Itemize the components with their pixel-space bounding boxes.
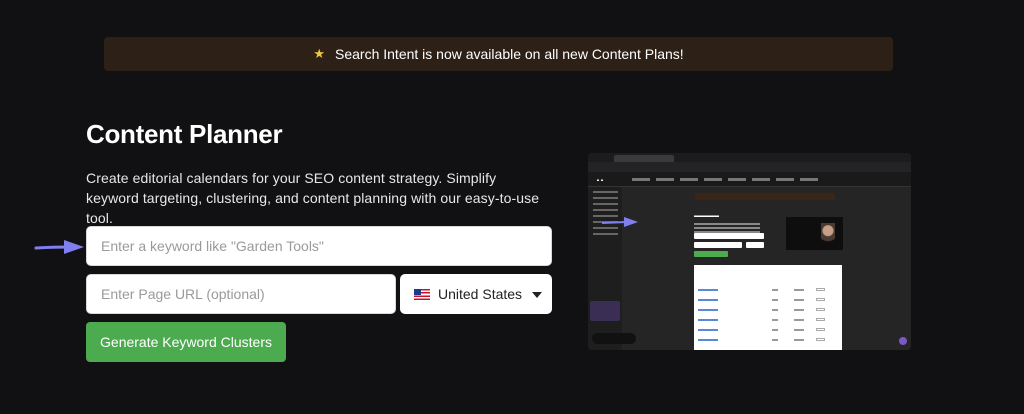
demo-video-thumbnail[interactable]: ▲▲ ▬▬▬▬▬ [588, 153, 911, 350]
page-title: Content Planner [86, 119, 283, 149]
keyword-placeholder: Enter a keyword like "Garden Tools" [101, 238, 324, 254]
pointer-arrow-icon [34, 240, 84, 254]
announcement-banner[interactable]: ★ Search Intent is now available on all … [104, 37, 893, 71]
announcement-text: Search Intent is now available on all ne… [335, 46, 684, 62]
thumb-pointer-arrow-icon [602, 217, 638, 227]
thumb-url-input [694, 242, 742, 248]
generate-clusters-button[interactable]: Generate Keyword Clusters [86, 322, 286, 362]
thumb-chat-icon [899, 337, 907, 345]
page-url-placeholder: Enter Page URL (optional) [101, 286, 265, 302]
thumb-sidebar [588, 187, 622, 350]
thumb-upgrade-card [590, 301, 620, 321]
us-flag-icon [414, 288, 430, 300]
thumb-title: ▬▬▬▬▬ [694, 213, 719, 219]
thumb-generate-button [694, 251, 728, 257]
country-value: United States [438, 286, 523, 302]
thumb-browser-tabbar [588, 153, 911, 162]
sparkle-star-icon: ★ [313, 46, 325, 61]
caret-down-icon [532, 292, 542, 298]
thumb-player-controls [592, 333, 636, 344]
page-description: Create editorial calendars for your SEO … [86, 170, 540, 226]
thumb-results-table [694, 265, 842, 350]
keyword-input[interactable]: Enter a keyword like "Garden Tools" [86, 226, 552, 266]
thumb-url-bar [588, 162, 911, 179]
presenter-face [821, 223, 835, 245]
thumb-logo: ▲▲ [596, 177, 604, 182]
thumb-keyword-input [694, 233, 764, 239]
country-select[interactable]: United States [400, 274, 552, 314]
thumb-banner [695, 193, 835, 200]
thumb-country-select [746, 242, 764, 248]
thumb-presenter-video [786, 217, 843, 250]
thumb-nav-items [632, 178, 818, 181]
page-url-input[interactable]: Enter Page URL (optional) [86, 274, 396, 314]
